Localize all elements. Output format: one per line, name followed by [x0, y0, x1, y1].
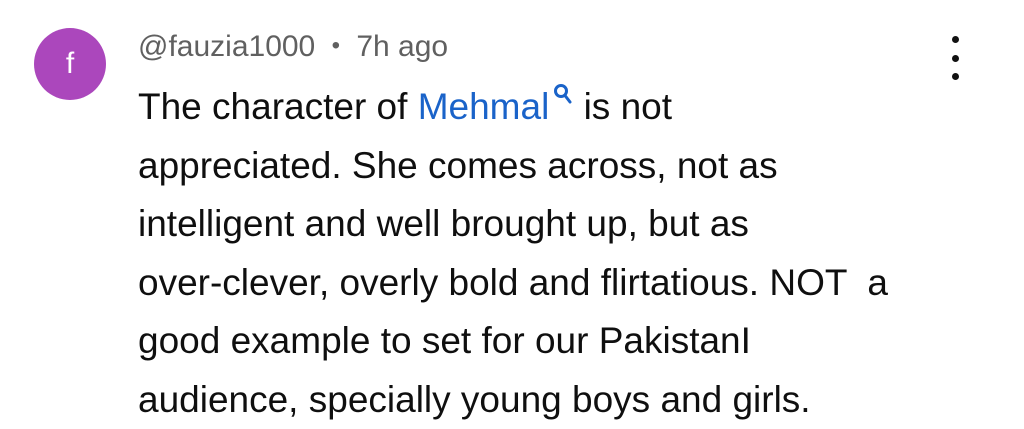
comment-line: appreciated. She comes across, not as: [138, 144, 778, 186]
search-link-mehmal[interactable]: Mehmal: [417, 84, 574, 127]
comment-item: f @fauzia1000 • 7h ago The character of …: [0, 0, 1024, 429]
comment-text: The character of Mehmal is not appreciat…: [138, 78, 978, 429]
avatar[interactable]: f: [34, 28, 106, 100]
menu-dot: [951, 54, 959, 62]
comment-line: good example to set for our PakistanI: [138, 320, 751, 361]
search-link-label: Mehmal: [417, 86, 550, 127]
more-vert-icon[interactable]: [940, 36, 970, 80]
menu-dot: [951, 36, 959, 43]
text-segment: is not: [573, 86, 673, 127]
text-segment: The character of: [138, 86, 418, 127]
comment-line: audience, specially young boys and girls…: [138, 378, 811, 420]
meta-separator: •: [331, 32, 340, 59]
author-handle[interactable]: @fauzia1000: [138, 30, 315, 63]
timestamp[interactable]: 7h ago: [356, 30, 448, 63]
comment-header: @fauzia1000 • 7h ago: [138, 30, 448, 64]
comment-line: over-clever, overly bold and flirtatious…: [138, 261, 888, 303]
comment-line: The character of Mehmal is not: [138, 78, 978, 137]
comment-line: intelligent and well brought up, but as: [138, 203, 749, 244]
avatar-letter: f: [65, 47, 75, 80]
search-icon: [554, 84, 572, 104]
